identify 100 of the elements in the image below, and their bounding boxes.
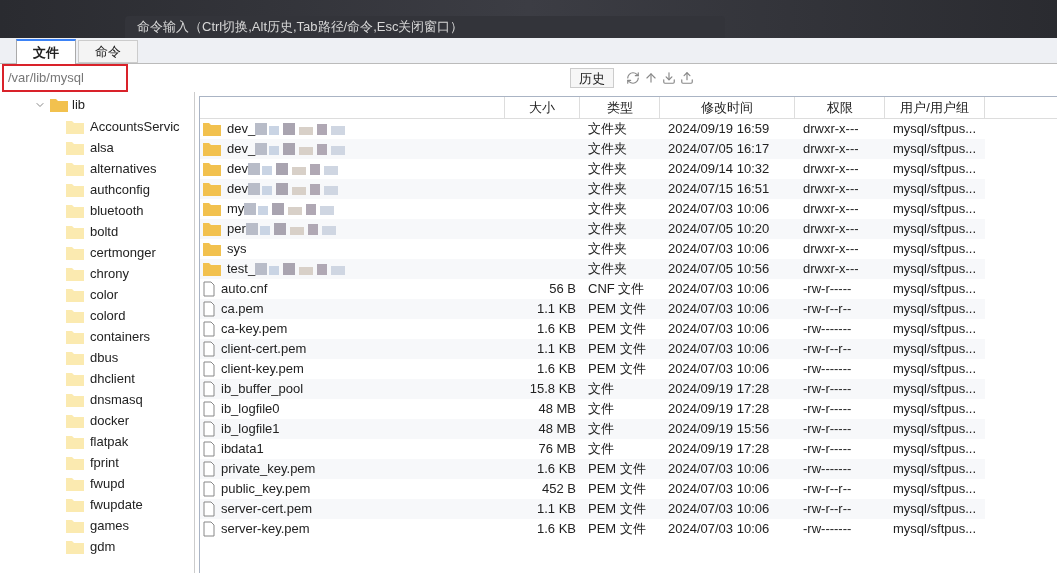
tree-item[interactable]: color	[90, 284, 119, 305]
tree-item[interactable]: dnsmasq	[90, 389, 143, 410]
table-cell: CNF 文件	[588, 281, 645, 297]
tree-item[interactable]: fwupdate	[90, 494, 143, 515]
tree-item[interactable]: chrony	[90, 263, 130, 284]
tree-item[interactable]: certmonger	[90, 242, 156, 263]
tree-item[interactable]: docker	[90, 410, 130, 431]
column-header[interactable]: 类型	[580, 97, 660, 118]
table-cell: drwxr-x---	[803, 201, 859, 217]
column-header[interactable]: 修改时间	[660, 97, 795, 118]
table-cell: PEM 文件	[588, 321, 646, 337]
file-name[interactable]: ibdata1	[221, 439, 264, 459]
file-icon	[203, 441, 215, 457]
file-icon	[203, 361, 215, 377]
table-cell: 文件	[588, 441, 614, 457]
column-header[interactable]: 大小	[505, 97, 580, 118]
table-cell: 56 B	[549, 281, 576, 297]
table-cell: 文件	[588, 421, 614, 437]
folder-icon	[66, 413, 84, 428]
table-cell: mysql/sftpus...	[893, 161, 977, 177]
table-cell: mysql/sftpus...	[893, 361, 977, 377]
tree-item[interactable]: fprint	[90, 452, 119, 473]
table-cell: 文件夹	[588, 121, 627, 137]
download-icon[interactable]	[662, 71, 676, 85]
folder-icon	[203, 242, 221, 256]
file-icon	[203, 281, 215, 297]
folder-icon	[66, 287, 84, 302]
tree-item[interactable]: gdm	[90, 536, 116, 557]
tab[interactable]: 文件	[16, 39, 76, 64]
tab[interactable]: 命令	[78, 40, 138, 63]
file-name[interactable]: test_	[227, 259, 346, 279]
tree-item[interactable]: bluetooth	[90, 200, 144, 221]
table-cell: 2024/07/03 10:06	[668, 481, 770, 497]
path-field[interactable]: /var/lib/mysql	[2, 64, 128, 92]
table-cell: PEM 文件	[588, 341, 646, 357]
file-name[interactable]: public_key.pem	[221, 479, 311, 499]
tree-item[interactable]: containers	[90, 326, 150, 347]
file-name[interactable]: server-cert.pem	[221, 499, 313, 519]
file-name[interactable]: dev	[227, 179, 338, 199]
table-cell: 76 MB	[538, 441, 576, 457]
file-name[interactable]: client-cert.pem	[221, 339, 307, 359]
tree-item[interactable]: fwupd	[90, 473, 125, 494]
file-name[interactable]: ca-key.pem	[221, 319, 288, 339]
folder-icon	[66, 161, 84, 176]
table-cell: 2024/07/03 10:06	[668, 521, 770, 537]
table-cell: 文件夹	[588, 221, 627, 237]
table-cell: drwxr-x---	[803, 261, 859, 277]
file-name[interactable]: dev_	[227, 139, 346, 159]
file-name[interactable]: my	[227, 199, 335, 219]
table-cell: -rw-r--r--	[803, 481, 852, 497]
tree-item[interactable]: flatpak	[90, 431, 129, 452]
tree-item[interactable]: AccountsServic	[90, 116, 180, 137]
tree-item[interactable]: dbus	[90, 347, 119, 368]
tree-item[interactable]: alternatives	[90, 158, 157, 179]
history-button[interactable]: 历史	[570, 68, 614, 88]
file-name[interactable]: ib_logfile1	[221, 419, 280, 439]
table-cell: 2024/07/03 10:06	[668, 281, 770, 297]
table-cell: 文件夹	[588, 201, 627, 217]
table-cell: 2024/09/19 17:28	[668, 441, 770, 457]
folder-icon	[66, 224, 84, 239]
table-cell: 1.6 KB	[536, 321, 576, 337]
table-cell: PEM 文件	[588, 521, 646, 537]
command-input[interactable]: 命令输入（Ctrl切换,Alt历史,Tab路径/命令,Esc关闭窗口）	[125, 16, 725, 38]
folder-icon	[66, 182, 84, 197]
table-cell: 2024/07/15 16:51	[668, 181, 770, 197]
tree-item[interactable]: colord	[90, 305, 126, 326]
file-name[interactable]: dev_	[227, 119, 346, 139]
table-cell: mysql/sftpus...	[893, 241, 977, 257]
file-name[interactable]: ib_buffer_pool	[221, 379, 304, 399]
file-name[interactable]: client-key.pem	[221, 359, 304, 379]
tree-item[interactable]: boltd	[90, 221, 119, 242]
column-header[interactable]: 权限	[795, 97, 885, 118]
folder-icon	[203, 222, 221, 236]
upload-icon[interactable]	[680, 71, 694, 85]
folder-icon	[66, 539, 84, 554]
file-name[interactable]: auto.cnf	[221, 279, 268, 299]
table-cell: drwxr-x---	[803, 161, 859, 177]
refresh-icon[interactable]	[626, 71, 640, 85]
file-name[interactable]: private_key.pem	[221, 459, 316, 479]
folder-icon	[66, 329, 84, 344]
table-cell: mysql/sftpus...	[893, 461, 977, 477]
table-cell: 2024/09/19 17:28	[668, 381, 770, 397]
file-name[interactable]: ca.pem	[221, 299, 264, 319]
table-cell: drwxr-x---	[803, 181, 859, 197]
file-name[interactable]: per	[227, 219, 336, 239]
file-name[interactable]: ib_logfile0	[221, 399, 280, 419]
tree-item[interactable]: authconfig	[90, 179, 150, 200]
table-cell: mysql/sftpus...	[893, 201, 977, 217]
tree-item[interactable]: dhclient	[90, 368, 135, 389]
table-cell: 1.1 KB	[536, 301, 576, 317]
table-cell: PEM 文件	[588, 501, 646, 517]
table-cell: -rw-r-----	[803, 381, 852, 397]
tree-item[interactable]: games	[90, 515, 130, 536]
table-cell: -rw-------	[803, 521, 852, 537]
tree-item[interactable]: alsa	[90, 137, 114, 158]
column-header[interactable]: 用户/用户组	[885, 97, 985, 118]
file-name[interactable]: server-key.pem	[221, 519, 310, 539]
file-name[interactable]: sys	[227, 239, 247, 259]
file-name[interactable]: dev	[227, 159, 338, 179]
tree-item[interactable]: lib	[72, 95, 85, 115]
